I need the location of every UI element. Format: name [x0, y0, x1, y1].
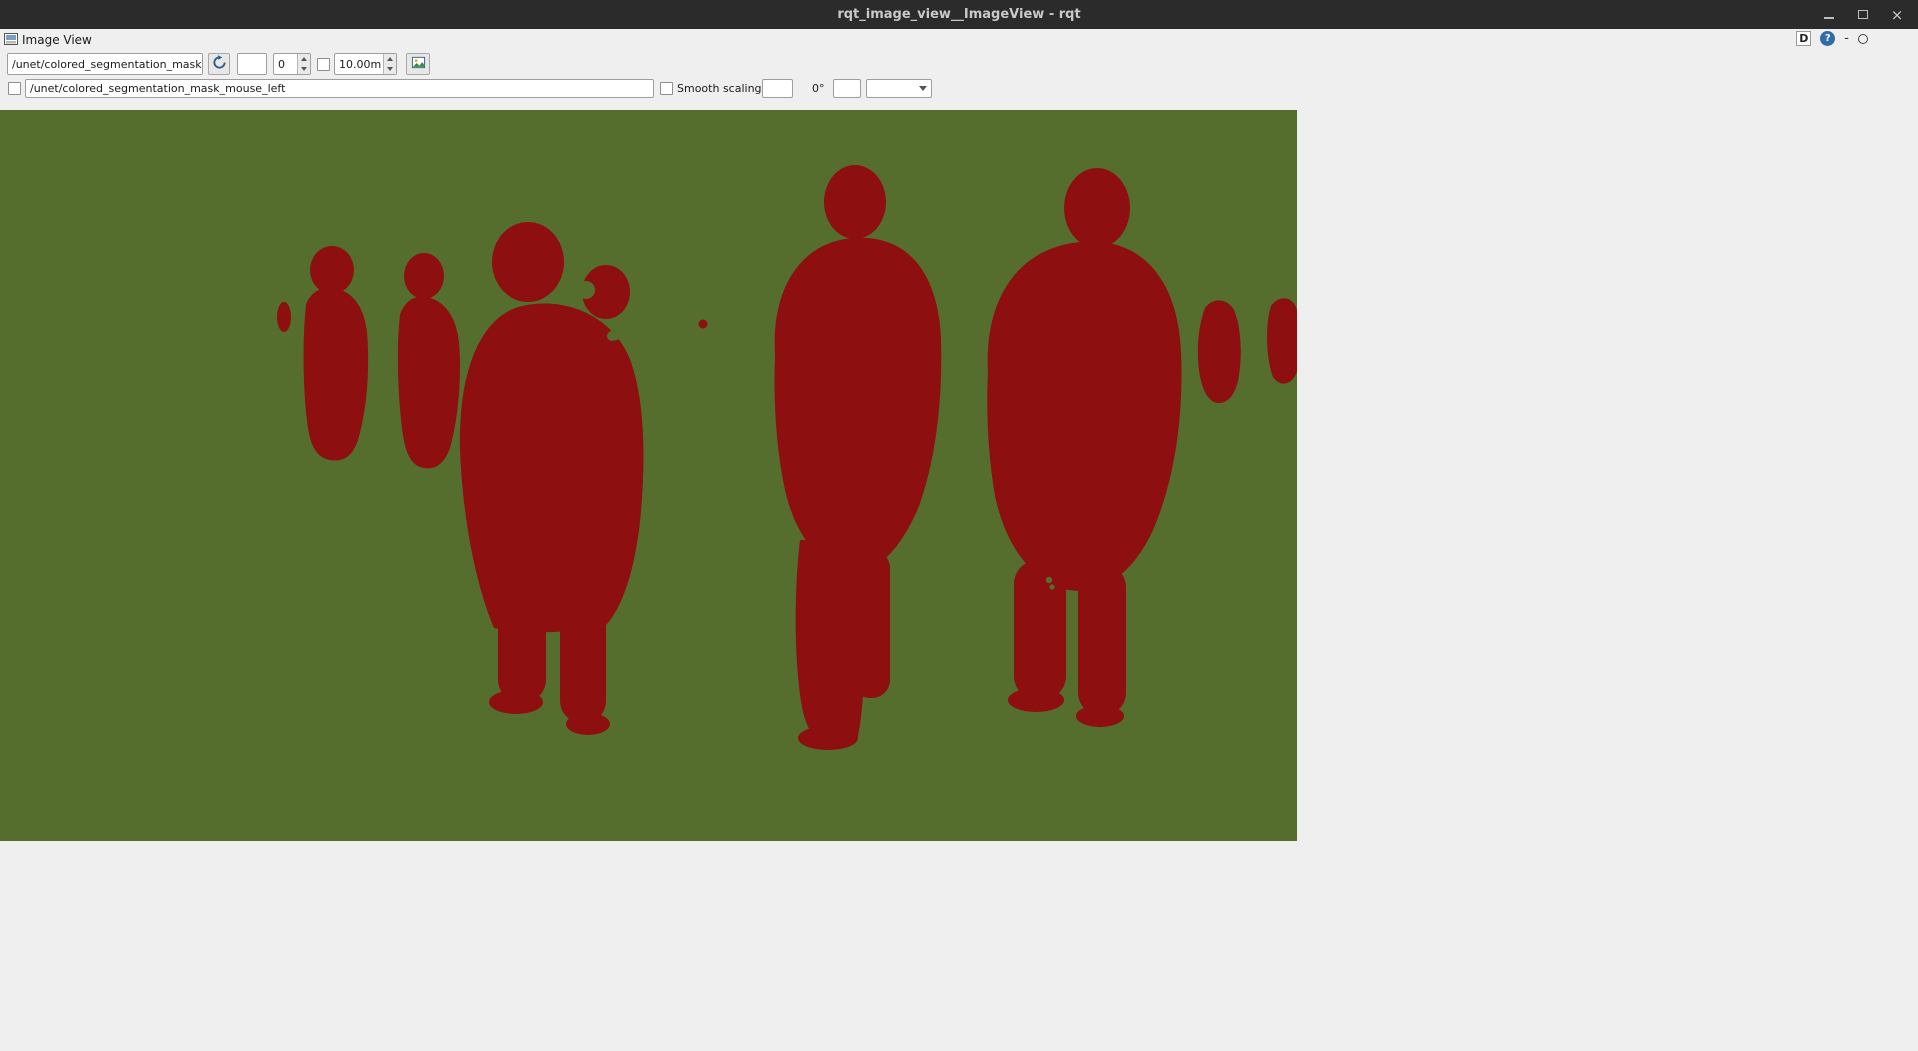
smooth-scaling-label: Smooth scaling — [677, 80, 762, 98]
publish-click-checkbox[interactable] — [8, 82, 21, 95]
refresh-topics-button[interactable] — [208, 53, 230, 75]
rotation-label: 0° — [812, 80, 825, 98]
minimize-icon[interactable] — [1822, 8, 1836, 22]
dock-d-button[interactable]: D — [1796, 31, 1811, 46]
person-silhouette-3 — [460, 222, 644, 735]
person-silhouette-6 — [1198, 300, 1241, 403]
help-icon[interactable]: ? — [1820, 31, 1835, 46]
dock-buttons: D ? - — [1796, 31, 1868, 46]
person-silhouette-2 — [398, 253, 460, 468]
refresh-icon — [212, 55, 227, 74]
mouse-topic-input[interactable] — [25, 79, 654, 98]
dock-undock-icon[interactable] — [1858, 34, 1868, 44]
small-dot-center — [699, 320, 708, 329]
zoom-spinbox[interactable]: 0 — [273, 53, 311, 75]
save-image-button[interactable] — [406, 53, 430, 75]
maximize-icon[interactable] — [1856, 8, 1870, 22]
aux-field[interactable] — [237, 53, 267, 75]
chevron-down-icon — [919, 86, 927, 91]
topic-combo[interactable]: /unet/colored_segmentation_mask — [7, 53, 203, 75]
max-range-spinbox[interactable]: 10.00m — [334, 53, 397, 75]
person-silhouette-7 — [1267, 298, 1297, 383]
save-image-icon — [411, 55, 426, 74]
rotation-combo[interactable] — [866, 79, 932, 98]
window-title: rqt_image_view__ImageView - rqt — [837, 7, 1080, 22]
toolbar-row-1: /unet/colored_segmentation_mask 0 10.00m — [0, 53, 1918, 79]
person-silhouette-1 — [304, 246, 369, 460]
topic-combo-value: /unet/colored_segmentation_mask — [12, 58, 202, 71]
rotation-value-field[interactable] — [833, 79, 861, 98]
spinner-arrows[interactable] — [383, 54, 396, 74]
person-silhouette-5 — [987, 168, 1181, 727]
dock-title: Image View — [22, 33, 92, 47]
rotation-aux-field[interactable] — [762, 79, 793, 98]
zoom-spinbox-value: 0 — [278, 58, 285, 71]
segmentation-image-view[interactable] — [0, 110, 1297, 841]
image-view-icon — [4, 31, 18, 50]
spinner-arrows[interactable] — [297, 54, 310, 74]
max-range-spinbox-value: 10.00m — [339, 58, 381, 71]
dynamic-range-checkbox[interactable] — [317, 58, 330, 71]
window-titlebar: rqt_image_view__ImageView - rqt × — [0, 0, 1918, 29]
close-icon[interactable]: × — [1890, 8, 1904, 22]
toolbar-row-2: Smooth scaling 0° — [0, 79, 1918, 101]
dock-header: Image View D ? - — [0, 29, 1918, 51]
smooth-scaling-checkbox[interactable] — [660, 82, 673, 95]
window-controls: × — [1822, 0, 1904, 29]
segmentation-mask-image — [0, 110, 1297, 841]
dock-minimize-icon[interactable]: - — [1844, 31, 1849, 46]
small-blob-left-edge — [277, 302, 291, 332]
person-silhouette-4 — [774, 165, 941, 750]
